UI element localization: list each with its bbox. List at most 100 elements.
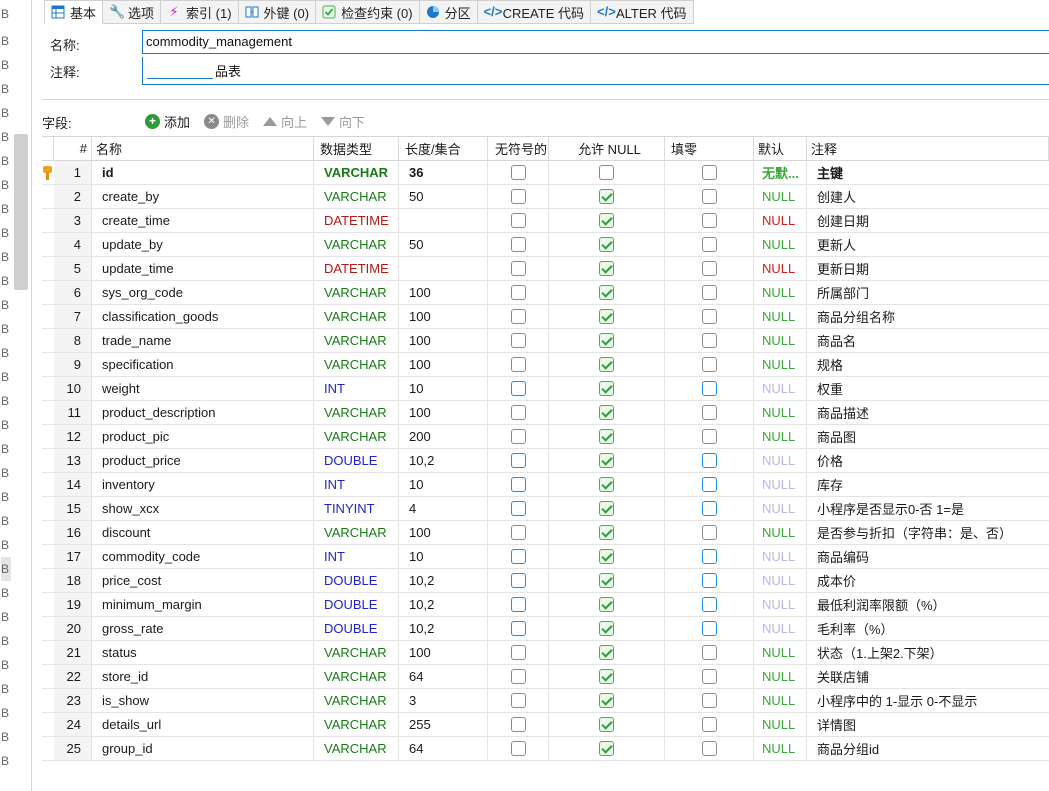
unsigned-checkbox[interactable] [510, 573, 526, 588]
field-name[interactable]: commodity_code [92, 545, 314, 568]
field-name[interactable]: update_by [92, 233, 314, 256]
table-row[interactable]: 6 sys_org_code VARCHAR 100 NULL 所属部门 [42, 281, 1049, 305]
field-type[interactable]: DATETIME [314, 209, 399, 232]
table-row[interactable]: 21 status VARCHAR 100 NULL 状态（1.上架2.下架） [42, 641, 1049, 665]
field-default[interactable]: NULL [754, 329, 807, 352]
field-type[interactable]: DOUBLE [314, 617, 399, 640]
table-row[interactable]: 9 specification VARCHAR 100 NULL 规格 [42, 353, 1049, 377]
header-zerofill[interactable]: 填零 [665, 137, 754, 160]
nullable-checkbox[interactable] [599, 693, 614, 708]
field-type[interactable]: VARCHAR [314, 425, 399, 448]
header-unsigned[interactable]: 无符号的 [488, 137, 549, 160]
field-length[interactable]: 4 [399, 497, 488, 520]
unsigned-checkbox[interactable] [510, 717, 526, 732]
field-default[interactable]: NULL [754, 617, 807, 640]
zerofill-checkbox[interactable] [701, 573, 717, 588]
header-default[interactable]: 默认 [754, 137, 807, 160]
field-comment[interactable]: 权重 [807, 377, 1049, 400]
unsigned-checkbox[interactable] [510, 453, 526, 468]
field-comment[interactable]: 是否参与折扣（字符串：是、否） [807, 521, 1049, 544]
zerofill-checkbox[interactable] [701, 597, 717, 612]
field-default[interactable]: NULL [754, 425, 807, 448]
table-row[interactable]: 13 product_price DOUBLE 10,2 NULL 价格 [42, 449, 1049, 473]
field-name[interactable]: price_cost [92, 569, 314, 592]
tab-basic[interactable]: 基本 [44, 0, 104, 24]
field-type[interactable]: VARCHAR [314, 713, 399, 736]
zerofill-checkbox[interactable] [701, 189, 717, 204]
field-type[interactable]: TINYINT [314, 497, 399, 520]
field-type[interactable]: INT [314, 377, 399, 400]
unsigned-checkbox[interactable] [510, 261, 526, 276]
unsigned-checkbox[interactable] [510, 621, 526, 636]
nullable-checkbox[interactable] [599, 405, 614, 420]
field-type[interactable]: VARCHAR [314, 641, 399, 664]
table-row[interactable]: 16 discount VARCHAR 100 NULL 是否参与折扣（字符串：是、否） [42, 521, 1049, 545]
table-row[interactable]: 19 minimum_margin DOUBLE 10,2 NULL 最低利润率限额（%） [42, 593, 1049, 617]
field-default[interactable]: NULL [754, 209, 807, 232]
zerofill-checkbox[interactable] [701, 741, 717, 756]
field-default[interactable]: NULL [754, 713, 807, 736]
field-name[interactable]: create_time [92, 209, 314, 232]
zerofill-checkbox[interactable] [701, 237, 717, 252]
zerofill-checkbox[interactable] [701, 261, 717, 276]
table-row[interactable]: 25 group_id VARCHAR 64 NULL 商品分组id [42, 737, 1049, 761]
delete-field-button[interactable]: ✕ 删除 [204, 112, 249, 131]
nullable-checkbox[interactable] [599, 453, 614, 468]
field-name[interactable]: gross_rate [92, 617, 314, 640]
unsigned-checkbox[interactable] [510, 645, 526, 660]
field-default[interactable]: NULL [754, 401, 807, 424]
field-length[interactable]: 200 [399, 425, 488, 448]
field-comment[interactable]: 状态（1.上架2.下架） [807, 641, 1049, 664]
field-type[interactable]: INT [314, 545, 399, 568]
field-length[interactable]: 10 [399, 473, 488, 496]
table-row[interactable]: 10 weight INT 10 NULL 权重 [42, 377, 1049, 401]
unsigned-checkbox[interactable] [510, 501, 526, 516]
unsigned-checkbox[interactable] [510, 381, 526, 396]
field-comment[interactable]: 创建人 [807, 185, 1049, 208]
field-comment[interactable]: 商品描述 [807, 401, 1049, 424]
table-row[interactable]: 14 inventory INT 10 NULL 库存 [42, 473, 1049, 497]
unsigned-checkbox[interactable] [510, 693, 526, 708]
nullable-checkbox[interactable] [599, 621, 614, 636]
header-comment[interactable]: 注释 [807, 137, 1049, 160]
field-type[interactable]: DOUBLE [314, 449, 399, 472]
field-length[interactable]: 3 [399, 689, 488, 712]
field-type[interactable]: DOUBLE [314, 569, 399, 592]
zerofill-checkbox[interactable] [701, 693, 717, 708]
field-name[interactable]: show_xcx [92, 497, 314, 520]
field-comment[interactable]: 小程序中的 1-显示 0-不显示 [807, 689, 1049, 712]
field-type[interactable]: VARCHAR [314, 689, 399, 712]
field-name[interactable]: group_id [92, 737, 314, 760]
unsigned-checkbox[interactable] [510, 597, 526, 612]
nullable-checkbox[interactable] [599, 189, 614, 204]
table-row[interactable]: 17 commodity_code INT 10 NULL 商品编码 [42, 545, 1049, 569]
field-type[interactable]: INT [314, 473, 399, 496]
field-default[interactable]: NULL [754, 737, 807, 760]
nullable-checkbox[interactable] [599, 501, 614, 516]
table-comment-input[interactable]: 品表 [142, 57, 1049, 85]
zerofill-checkbox[interactable] [701, 429, 717, 444]
zerofill-checkbox[interactable] [701, 621, 717, 636]
unsigned-checkbox[interactable] [510, 189, 526, 204]
table-row[interactable]: 24 details_url VARCHAR 255 NULL 详情图 [42, 713, 1049, 737]
field-length[interactable]: 64 [399, 665, 488, 688]
field-length[interactable]: 10,2 [399, 593, 488, 616]
tab-foreign-keys[interactable]: 外键 (0) [238, 0, 317, 24]
field-default[interactable]: NULL [754, 281, 807, 304]
zerofill-checkbox[interactable] [701, 213, 717, 228]
field-length[interactable]: 10,2 [399, 449, 488, 472]
field-default[interactable]: NULL [754, 449, 807, 472]
field-type[interactable]: VARCHAR [314, 401, 399, 424]
zerofill-checkbox[interactable] [701, 165, 717, 180]
field-type[interactable]: DATETIME [314, 257, 399, 280]
header-type[interactable]: 数据类型 [314, 137, 399, 160]
unsigned-checkbox[interactable] [510, 429, 526, 444]
field-length[interactable]: 50 [399, 185, 488, 208]
field-length[interactable]: 10,2 [399, 569, 488, 592]
field-type[interactable]: VARCHAR [314, 521, 399, 544]
field-default[interactable]: NULL [754, 521, 807, 544]
field-length[interactable]: 10 [399, 545, 488, 568]
field-name[interactable]: minimum_margin [92, 593, 314, 616]
field-length[interactable]: 64 [399, 737, 488, 760]
tab-create-code[interactable]: </> CREATE 代码 [477, 0, 591, 24]
